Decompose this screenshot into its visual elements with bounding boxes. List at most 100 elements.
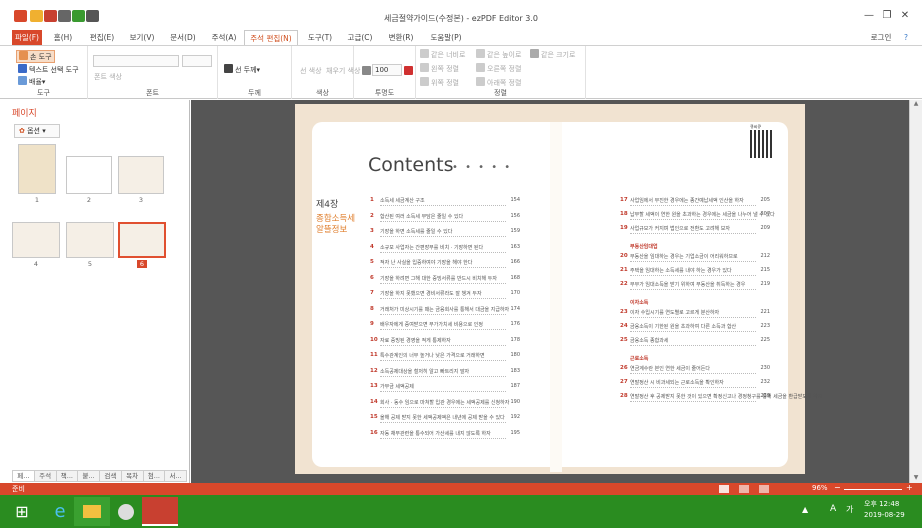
zoom-button[interactable]: 배율▾ <box>18 76 45 87</box>
align-top-label: 위쪽 정렬 <box>431 79 459 87</box>
panel-tab-attachments[interactable]: 첨... <box>143 470 166 482</box>
explorer-icon[interactable] <box>74 497 110 526</box>
start-button[interactable]: ⊞ <box>4 497 40 526</box>
facing-view-button[interactable] <box>759 485 769 493</box>
panel-tab-toc[interactable]: 목차 <box>121 470 144 482</box>
vertical-scrollbar[interactable]: ▲ ▼ <box>909 100 922 483</box>
page-thumbnail-2[interactable] <box>66 156 112 194</box>
toc-entry-number: 20 <box>620 253 628 259</box>
close-button[interactable]: ✕ <box>898 9 912 23</box>
ie-icon[interactable]: e <box>42 497 78 526</box>
tab-tools[interactable]: 도구(T) <box>302 30 338 45</box>
page-thumbnail-3[interactable] <box>118 156 164 194</box>
align-right-button[interactable]: 오른쪽 정렬 <box>476 63 521 74</box>
help-icon[interactable]: ? <box>900 30 912 45</box>
hand-tool-button[interactable]: 손 도구 <box>16 50 55 63</box>
line-group-label: 두께 <box>248 89 261 97</box>
toc-entry: 15 올해 공제 받지 못한 세액공제액은 내년에 공제 받을 수 있다 192 <box>370 414 520 424</box>
panel-tab-search[interactable]: 검색 <box>100 470 122 482</box>
align-bottom-button[interactable]: 아래쪽 정렬 <box>476 77 521 88</box>
same-width-icon <box>420 49 429 58</box>
ezpdf-taskbar-icon[interactable] <box>142 497 178 526</box>
font-family-select[interactable] <box>93 55 179 67</box>
zoom-in-button[interactable]: + <box>906 483 913 492</box>
qr-code <box>750 130 772 158</box>
toc-entry-title: 자료 증빙된 경영을 적게 통제하자 <box>380 337 451 344</box>
panel-tab-attach[interactable]: 붙... <box>78 470 100 482</box>
opacity-input[interactable]: 100 <box>372 64 402 76</box>
line-width-button[interactable]: 선 두께▾ <box>224 64 260 75</box>
page-thumbnail-1[interactable] <box>18 144 56 194</box>
tab-file[interactable]: 파일(F) <box>12 30 42 45</box>
page-thumbnail-6[interactable] <box>118 222 166 258</box>
single-page-view-button[interactable] <box>719 485 729 493</box>
tab-view[interactable]: 보기(V) <box>124 30 160 45</box>
maximize-button[interactable]: ❐ <box>880 9 894 23</box>
page-number-4: 4 <box>33 260 39 268</box>
toc-leader <box>380 251 506 253</box>
opacity-group: 100 투명도 <box>354 46 416 99</box>
page-number-3: 3 <box>138 196 144 204</box>
toc-leader <box>380 344 506 346</box>
toc-entry: 8 거래처가 미상시기를 때는 금융회사를 통해서 대금을 지급하자 174 <box>370 306 520 316</box>
toc-entry-page: 215 <box>760 267 770 273</box>
tab-annotation-edit[interactable]: 주석 편집(N) <box>244 30 298 45</box>
continuous-view-button[interactable] <box>739 485 749 493</box>
panel-tab-pages[interactable]: 페... <box>12 470 35 482</box>
toc-entry-title: 기장을 하려면 그해 대한 증빙서류를 반드시 비치해 두자 <box>380 275 497 282</box>
clock-date[interactable]: 2019-08-29 <box>864 511 905 519</box>
scroll-up-icon[interactable]: ▲ <box>910 100 922 107</box>
same-size-button[interactable]: 같은 크기로 <box>530 49 575 60</box>
tab-annotation[interactable]: 주석(A) <box>206 30 242 45</box>
same-height-button[interactable]: 같은 높이로 <box>476 49 521 60</box>
page-thumbnail-4[interactable] <box>12 222 60 258</box>
toc-entry: 3 기장을 하면 소득세를 줄일 수 있다 159 <box>370 228 520 238</box>
toc-entry-title: 소득공제대상을 철저히 알고 빠트리지 말자 <box>380 368 470 375</box>
toc-entry-title: 연말정산 시 비과세되는 근로소득을 확인하자 <box>630 380 724 386</box>
tray-up-icon[interactable]: ▲ <box>802 505 808 514</box>
toc-entry: 27 연말정산 시 비과세되는 근로소득을 확인하자 232 <box>620 379 770 389</box>
align-top-button[interactable]: 위쪽 정렬 <box>420 77 459 88</box>
ime-indicator[interactable]: A <box>830 504 836 514</box>
panel-tab-annotations[interactable]: 주석 <box>34 470 57 482</box>
panel-tab-bookmarks[interactable]: 책... <box>56 470 79 482</box>
same-height-icon <box>476 49 485 58</box>
font-color-button[interactable]: 폰트 색상 <box>94 72 122 82</box>
same-width-button[interactable]: 같은 너비로 <box>420 49 465 60</box>
align-bottom-icon <box>476 77 485 86</box>
toc-leader <box>630 373 756 374</box>
align-left-icon <box>420 63 429 72</box>
scroll-down-icon[interactable]: ▼ <box>910 474 922 481</box>
minimize-button[interactable]: — <box>862 9 876 23</box>
paint-icon[interactable] <box>108 497 144 526</box>
toc-entry-number: 23 <box>620 309 628 315</box>
zoom-out-button[interactable]: − <box>834 483 841 492</box>
opacity-color-icon[interactable] <box>404 66 413 75</box>
tab-convert[interactable]: 변환(R) <box>382 30 420 45</box>
text-select-button[interactable]: 텍스트 선택 도구 <box>18 64 79 75</box>
line-color-button[interactable]: 선 색상 <box>300 66 322 76</box>
toc-entry-title: 부부가 임대소득을 받기 위하여 부동산을 취득하는 경우 <box>630 282 746 288</box>
align-group-label: 정렬 <box>494 89 507 97</box>
tab-edit[interactable]: 편집(E) <box>84 30 120 45</box>
tab-document[interactable]: 문서(D) <box>164 30 202 45</box>
toc-entry: 28 연말정산 후 공제받지 못한 것이 있으면 확정신고나 경정청구를 통해 세… <box>620 393 822 403</box>
options-button[interactable]: ✿ 옵션 ▾ <box>14 124 60 138</box>
clock-time[interactable]: 오후 12:48 <box>864 499 899 509</box>
toc-entry-title: 금융소득 종합과세 <box>630 338 669 344</box>
panel-tab-signatures[interactable]: 서... <box>165 470 187 482</box>
toc-entry-number: 21 <box>620 267 628 273</box>
toc-right-column: 17 사업임에서 부진한 경우에는 종간예납세액 인산을 하자 205 18 납부할 세… <box>620 197 822 457</box>
tab-home[interactable]: 홈(H) <box>48 30 78 45</box>
tab-help[interactable]: 도움말(P) <box>424 30 468 45</box>
lang-indicator[interactable]: 가 <box>846 504 853 515</box>
tool-group-label: 도구 <box>37 89 50 97</box>
login-link[interactable]: 로그인 <box>868 30 894 45</box>
page-thumbnail-5[interactable] <box>66 222 114 258</box>
align-left-button[interactable]: 왼쪽 정렬 <box>420 63 459 74</box>
font-size-select[interactable] <box>182 55 212 67</box>
qr-label: 큐씨큐 <box>750 124 762 129</box>
zoom-slider[interactable] <box>844 489 902 490</box>
contents-dots: • • • • • <box>452 162 513 173</box>
tab-advanced[interactable]: 고급(C) <box>342 30 378 45</box>
